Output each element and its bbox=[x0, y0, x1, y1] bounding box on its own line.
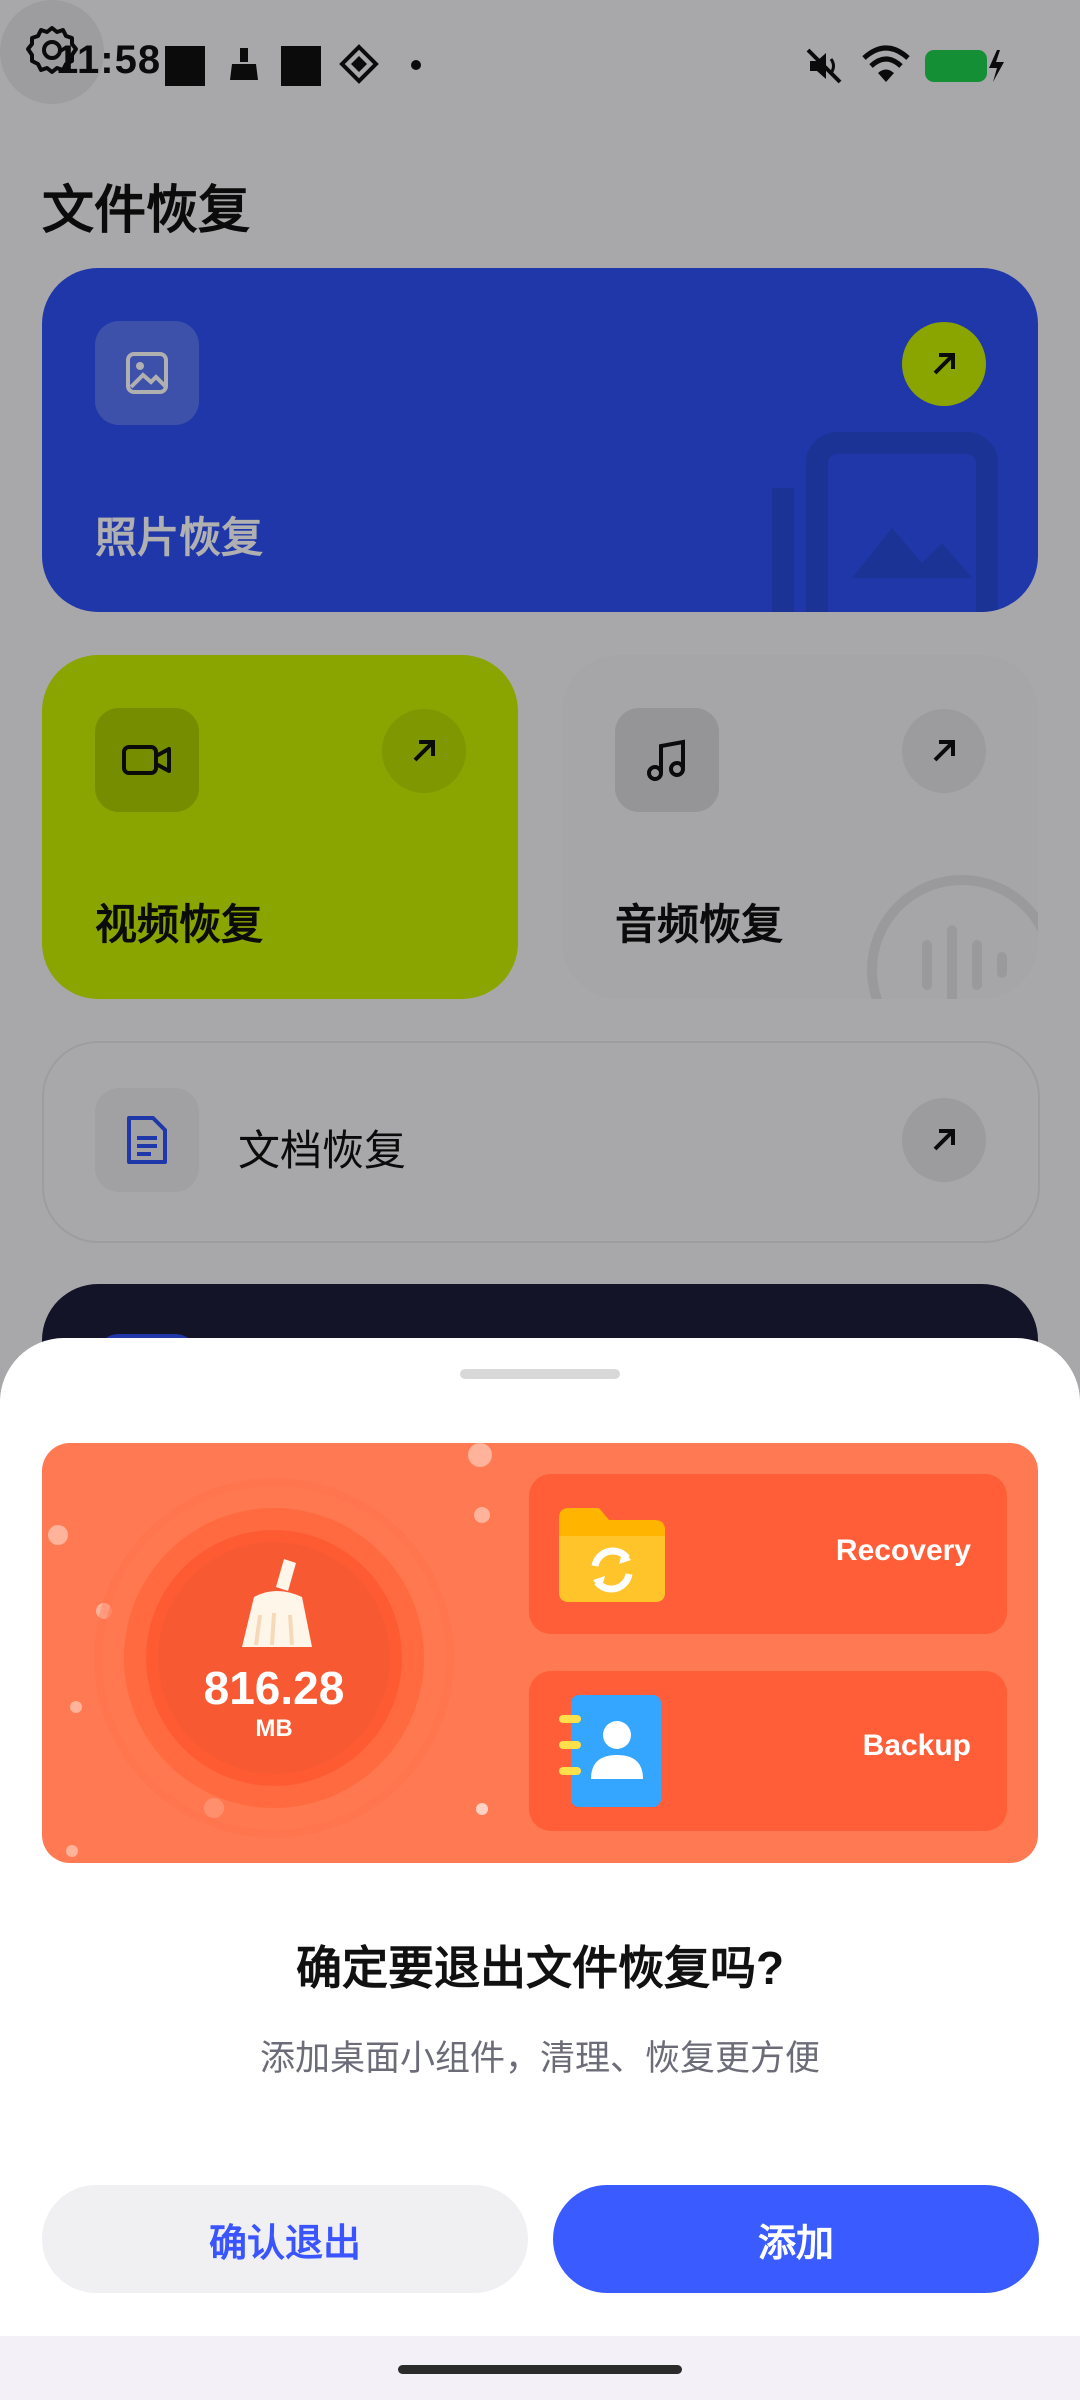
dialog-subtitle: 添加桌面小组件，清理、恢复更方便 bbox=[259, 2039, 820, 2078]
sheet-drag-handle[interactable] bbox=[460, 1369, 620, 1379]
home-gesture-handle[interactable] bbox=[398, 2365, 682, 2374]
cleaned-size-value: 816.28 bbox=[203, 1662, 345, 1714]
contact-book-icon bbox=[559, 1695, 661, 1807]
dialog-title: 确定要退出文件恢复吗? bbox=[295, 1942, 785, 1994]
confirm-exit-button[interactable]: 确认退出 bbox=[42, 2185, 528, 2293]
folder-sync-icon bbox=[559, 1508, 665, 1602]
add-widget-button[interactable]: 添加 bbox=[553, 2185, 1039, 2293]
broom-icon bbox=[242, 1559, 312, 1647]
cleaned-size-unit: MB bbox=[255, 1715, 293, 1742]
widget-preview-banner: 816.28 MB Recovery Backup bbox=[42, 1443, 1038, 1863]
recovery-feature-tile: Recovery bbox=[529, 1474, 1007, 1634]
backup-feature-tile: Backup bbox=[529, 1671, 1007, 1831]
recovery-feature-label: Recovery bbox=[835, 1534, 971, 1567]
backup-feature-label: Backup bbox=[862, 1729, 971, 1762]
